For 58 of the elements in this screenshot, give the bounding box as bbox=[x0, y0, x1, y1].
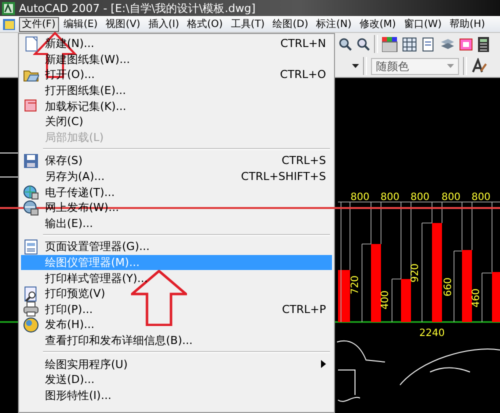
dimension-text: 660 bbox=[443, 277, 454, 297]
dimension-text: 460 bbox=[471, 288, 482, 308]
caret-icon bbox=[447, 64, 454, 68]
menu-item[interactable]: 查看打印和发布详细信息(B)... bbox=[21, 332, 332, 348]
menu-item[interactable]: 发送(D)... bbox=[21, 372, 332, 388]
menu-item[interactable]: 另存为(A)... CTRL+SHIFT+S bbox=[21, 168, 332, 184]
zoom-icon[interactable] bbox=[338, 37, 352, 51]
menu-item[interactable]: 加载标记集(K)... bbox=[21, 98, 332, 114]
menu-item[interactable]: 图形特性(I)... bbox=[21, 387, 332, 404]
drawing-bar bbox=[401, 279, 411, 322]
dimension-text: 2240 bbox=[419, 328, 445, 339]
dimension-text: 920 bbox=[410, 263, 421, 283]
menu-item[interactable]: 打印样式管理器(Y)... bbox=[21, 270, 332, 286]
menu-item[interactable]: 保存(S) CTRL+S bbox=[21, 153, 332, 169]
menu-item[interactable]: 工具(T) bbox=[228, 16, 268, 32]
menu-item[interactable]: 修改(M) bbox=[356, 16, 399, 32]
menu-item[interactable]: 视图(V) bbox=[102, 16, 144, 32]
drawing-bar bbox=[338, 270, 350, 322]
dimension-text: 800 bbox=[380, 192, 400, 203]
grid-icon[interactable] bbox=[402, 36, 417, 52]
text-style-icon[interactable] bbox=[471, 58, 487, 74]
dimension-text: 720 bbox=[350, 275, 361, 295]
page-icon[interactable] bbox=[421, 36, 436, 52]
drawing-bar bbox=[492, 272, 500, 322]
dimension-text: 800 bbox=[410, 192, 430, 203]
menu-item[interactable]: 发布(H)... bbox=[21, 317, 332, 333]
dimension-text: 400 bbox=[380, 290, 391, 310]
palette-icon[interactable] bbox=[382, 36, 398, 52]
layers-icon[interactable] bbox=[440, 36, 455, 52]
window-title: AutoCAD 2007 - [E:\自学\我的设计\模板.dwg] bbox=[19, 0, 256, 16]
menu-item[interactable]: 编辑(E) bbox=[60, 16, 101, 32]
menu-item[interactable]: 绘图(D) bbox=[270, 16, 312, 32]
menu-item[interactable]: 打开图纸集(E)... bbox=[21, 82, 332, 98]
app-icon bbox=[2, 2, 15, 14]
menu-item[interactable]: 窗口(W) bbox=[400, 16, 445, 32]
menu-item[interactable]: 绘图实用程序(U) bbox=[21, 356, 332, 372]
menu-item[interactable]: 输出(E)... bbox=[21, 216, 332, 232]
color-dropdown[interactable]: 随颜色 bbox=[371, 58, 459, 74]
menu-item[interactable]: 打印预览(V) bbox=[21, 286, 332, 302]
menu-item[interactable]: 电子传递(T)... bbox=[21, 184, 332, 200]
block-icon[interactable] bbox=[459, 36, 474, 52]
zoom-icon[interactable] bbox=[356, 37, 370, 51]
dimension-text: 800 bbox=[471, 192, 491, 203]
document-icon[interactable] bbox=[2, 18, 16, 30]
menu-item[interactable]: 文件(F) bbox=[19, 16, 59, 32]
menu-item[interactable]: 打印(P)... CTRL+P bbox=[21, 302, 332, 318]
outline-drawing bbox=[0, 152, 18, 178]
drawing-bar bbox=[462, 250, 472, 322]
dropdown-arrow-icon[interactable] bbox=[352, 64, 359, 68]
calculator-icon[interactable] bbox=[478, 36, 489, 52]
dimension-text: 800 bbox=[441, 192, 461, 203]
menu-item[interactable]: 标注(N) bbox=[313, 16, 355, 32]
menu-item[interactable]: 格式(O) bbox=[184, 16, 226, 32]
menu-item[interactable]: 页面设置管理器(G)... bbox=[21, 239, 332, 255]
dimension-text: 800 bbox=[350, 192, 370, 203]
menu-item[interactable]: 插入(I) bbox=[145, 16, 182, 32]
menu-item[interactable]: 关闭(C) bbox=[21, 114, 332, 130]
menu-item[interactable]: 帮助(H) bbox=[446, 16, 488, 32]
